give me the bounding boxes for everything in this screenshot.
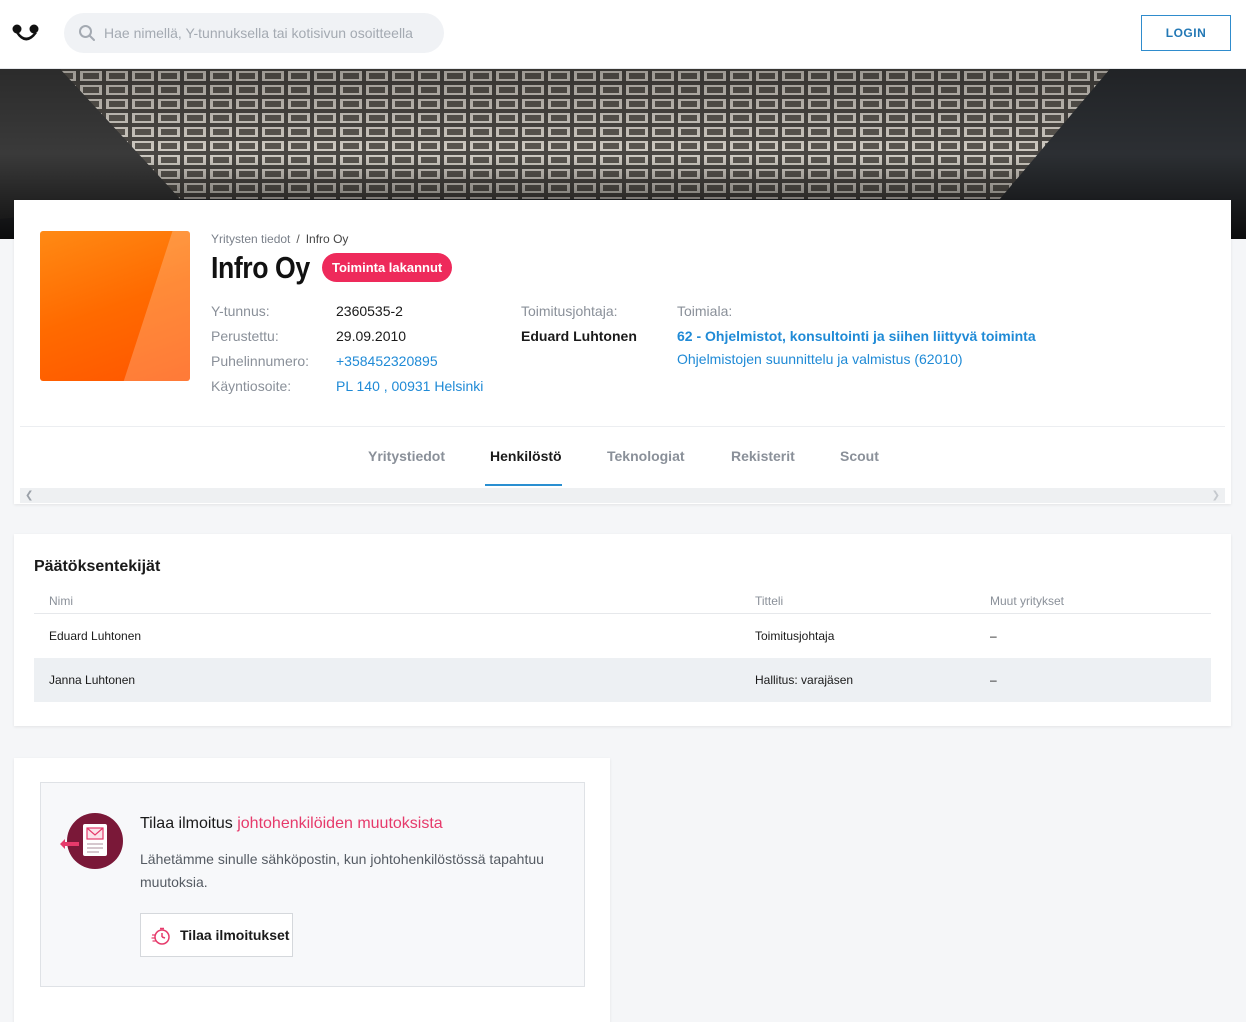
industry-label: Toimiala: (677, 303, 733, 319)
founded-value: 29.09.2010 (336, 328, 407, 344)
tab-henkilosto[interactable]: Henkilöstö (490, 448, 562, 464)
section-title: Päätöksentekijät (34, 558, 161, 575)
mail-document-icon (60, 813, 123, 869)
tabs-divider (20, 426, 1225, 427)
search-box[interactable] (64, 13, 444, 53)
cell-title: Hallitus: varajäsen (755, 673, 854, 687)
ceo-label: Toimitusjohtaja: (521, 303, 618, 319)
search-input[interactable] (104, 13, 434, 53)
notify-title: Tilaa ilmoitus johtohenkilöiden muutoksi… (140, 815, 443, 833)
column-header-other: Muut yritykset (990, 594, 1065, 608)
subscribe-button[interactable]: Tilaa ilmoitukset (140, 913, 293, 957)
breadcrumb: Yritysten tiedot / Infro Oy (211, 232, 348, 246)
industry-sub-link[interactable]: Ohjelmistojen suunnittelu ja valmistus (… (677, 351, 963, 367)
cell-name: Janna Luhtonen (49, 673, 136, 687)
column-header-name: Nimi (49, 594, 73, 608)
notify-card: Tilaa ilmoitus johtohenkilöiden muutoksi… (14, 758, 610, 1022)
table-row[interactable]: Janna Luhtonen Hallitus: varajäsen – (34, 658, 1211, 702)
brand-logo-icon[interactable] (12, 22, 40, 46)
active-tab-indicator (485, 484, 562, 486)
ytunnus-label: Y-tunnus: (211, 303, 270, 319)
notify-panel: Tilaa ilmoitus johtohenkilöiden muutoksi… (40, 782, 585, 987)
decision-makers-card: Päätöksentekijät Nimi Titteli Muut yrity… (14, 534, 1231, 726)
column-header-title: Titteli (755, 594, 784, 608)
breadcrumb-root[interactable]: Yritysten tiedot (211, 232, 290, 246)
login-button[interactable]: LOGIN (1141, 15, 1231, 51)
cell-other: – (990, 629, 997, 643)
phone-link[interactable]: +358452320895 (336, 353, 438, 369)
top-bar: LOGIN (0, 0, 1246, 69)
cell-title: Toimitusjohtaja (755, 629, 835, 643)
tab-scout[interactable]: Scout (840, 448, 879, 464)
phone-label: Puhelinnumero: (211, 353, 310, 369)
notify-title-prefix: Tilaa ilmoitus (140, 815, 238, 832)
scroll-right-icon[interactable]: ❯ (1212, 490, 1220, 501)
cell-name: Eduard Luhtonen (49, 629, 142, 643)
address-label: Käyntiosoite: (211, 378, 292, 394)
address-link[interactable]: PL 140 , 00931 Helsinki (336, 378, 483, 394)
table-row[interactable]: Eduard Luhtonen Toimitusjohtaja – (34, 614, 1211, 658)
status-badge: Toiminta lakannut (322, 253, 453, 282)
tab-yritystiedot[interactable]: Yritystiedot (368, 448, 445, 464)
breadcrumb-current: Infro Oy (305, 232, 349, 246)
notify-description: Lähetämme sinulle sähköpostin, kun johto… (140, 851, 544, 890)
tab-teknologiat[interactable]: Teknologiat (607, 448, 685, 464)
ytunnus-value: 2360535-2 (336, 303, 403, 319)
tab-rekisterit[interactable]: Rekisterit (731, 448, 795, 464)
scroll-left-icon[interactable]: ❮ (25, 490, 33, 501)
breadcrumb-separator: / (296, 232, 300, 246)
ceo-value: Eduard Luhtonen (521, 328, 637, 344)
cell-other: – (990, 673, 997, 687)
tabs-scrollbar[interactable]: ❮ ❯ (20, 488, 1225, 503)
notify-title-accent: johtohenkilöiden muutoksista (237, 815, 443, 832)
founded-label: Perustettu: (211, 328, 279, 344)
company-name: Infro Oy (211, 250, 310, 285)
company-profile-card: Yritysten tiedot / Infro Oy Infro Oy Toimi… (14, 200, 1231, 504)
stopwatch-icon (151, 927, 170, 945)
industry-link[interactable]: 62 - Ohjelmistot, konsultointi ja siihen… (677, 328, 1036, 344)
search-icon (79, 25, 95, 41)
company-logo (40, 231, 190, 381)
subscribe-button-label: Tilaa ilmoitukset (180, 927, 290, 943)
